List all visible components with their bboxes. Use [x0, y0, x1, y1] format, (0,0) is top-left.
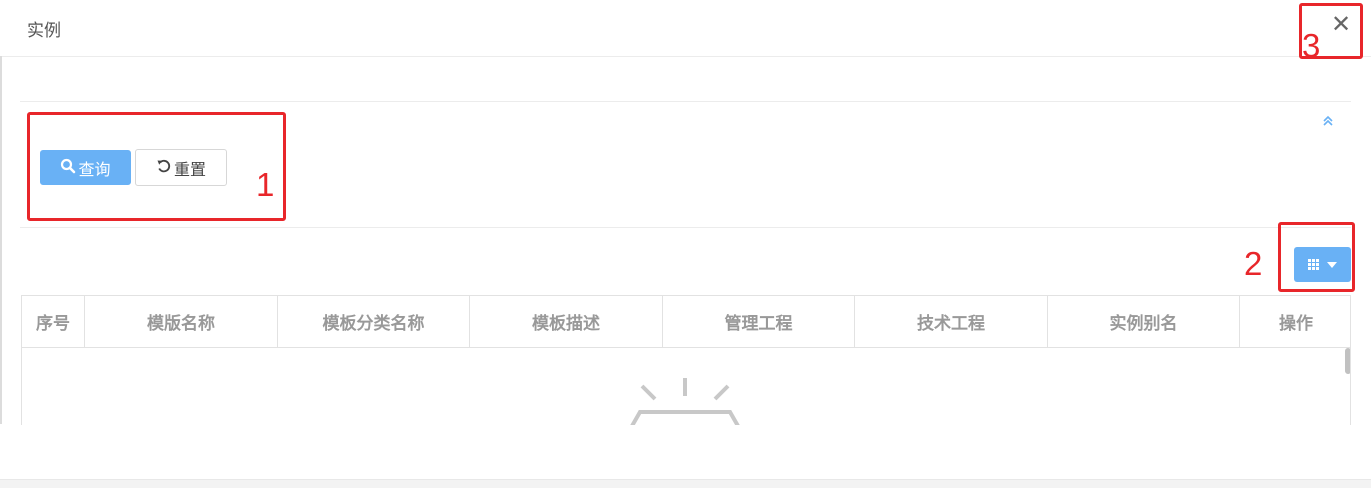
modal-left-border [0, 56, 2, 424]
annotation-box-2 [1278, 222, 1355, 292]
instance-modal: 实例 ✕ 查询 重置 序号 模版名称 模板分类名称 模板描述 管理工程 技术工程… [0, 0, 1371, 488]
annotation-label-3: 3 [1302, 27, 1321, 64]
empty-data-icon [630, 378, 740, 425]
column-header-template-name[interactable]: 模版名称 [85, 296, 278, 347]
column-header-technical-project[interactable]: 技术工程 [855, 296, 1048, 347]
column-header-template-description[interactable]: 模板描述 [470, 296, 663, 347]
collapse-search-button[interactable] [1321, 113, 1335, 129]
column-header-index[interactable]: 序号 [22, 296, 85, 347]
column-header-actions[interactable]: 操作 [1240, 296, 1350, 347]
double-chevron-up-icon [1323, 115, 1333, 126]
instance-table: 序号 模版名称 模板分类名称 模板描述 管理工程 技术工程 实例别名 操作 [21, 295, 1351, 425]
search-top-divider [20, 101, 1351, 102]
search-bottom-divider [20, 227, 1351, 228]
column-header-management-project[interactable]: 管理工程 [663, 296, 855, 347]
column-header-instance-alias[interactable]: 实例别名 [1048, 296, 1240, 347]
annotation-box-1 [27, 112, 286, 221]
modal-title: 实例 [27, 21, 61, 41]
table-header: 序号 模版名称 模板分类名称 模板描述 管理工程 技术工程 实例别名 操作 [22, 296, 1350, 348]
table-scrollbar[interactable] [1345, 348, 1350, 374]
modal-header: 实例 ✕ [0, 0, 1371, 57]
annotation-label-1: 1 [256, 166, 275, 203]
column-header-template-category[interactable]: 模板分类名称 [278, 296, 470, 347]
annotation-label-2: 2 [1244, 245, 1263, 282]
